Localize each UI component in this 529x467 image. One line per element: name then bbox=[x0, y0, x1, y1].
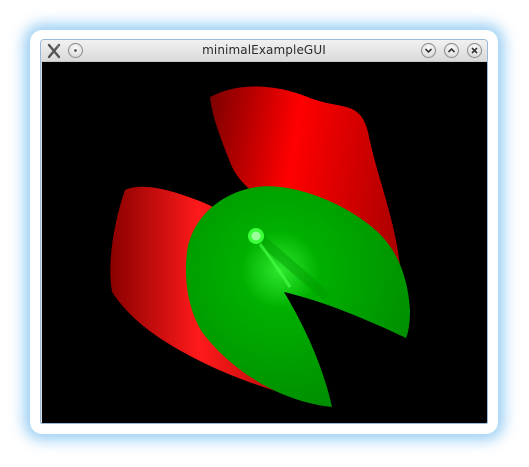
minimize-button[interactable] bbox=[421, 43, 436, 58]
opengl-viewport[interactable] bbox=[42, 62, 487, 423]
chevron-up-icon bbox=[447, 47, 456, 53]
green-highlight-core bbox=[251, 231, 261, 241]
close-button[interactable] bbox=[467, 43, 482, 58]
title-bar[interactable]: minimalExampleGUI bbox=[41, 40, 487, 62]
app-window: minimalExampleGUI bbox=[40, 39, 488, 424]
chevron-down-icon bbox=[424, 48, 433, 54]
close-icon bbox=[471, 47, 478, 54]
maximize-button[interactable] bbox=[444, 43, 459, 58]
surface-render bbox=[110, 86, 410, 407]
